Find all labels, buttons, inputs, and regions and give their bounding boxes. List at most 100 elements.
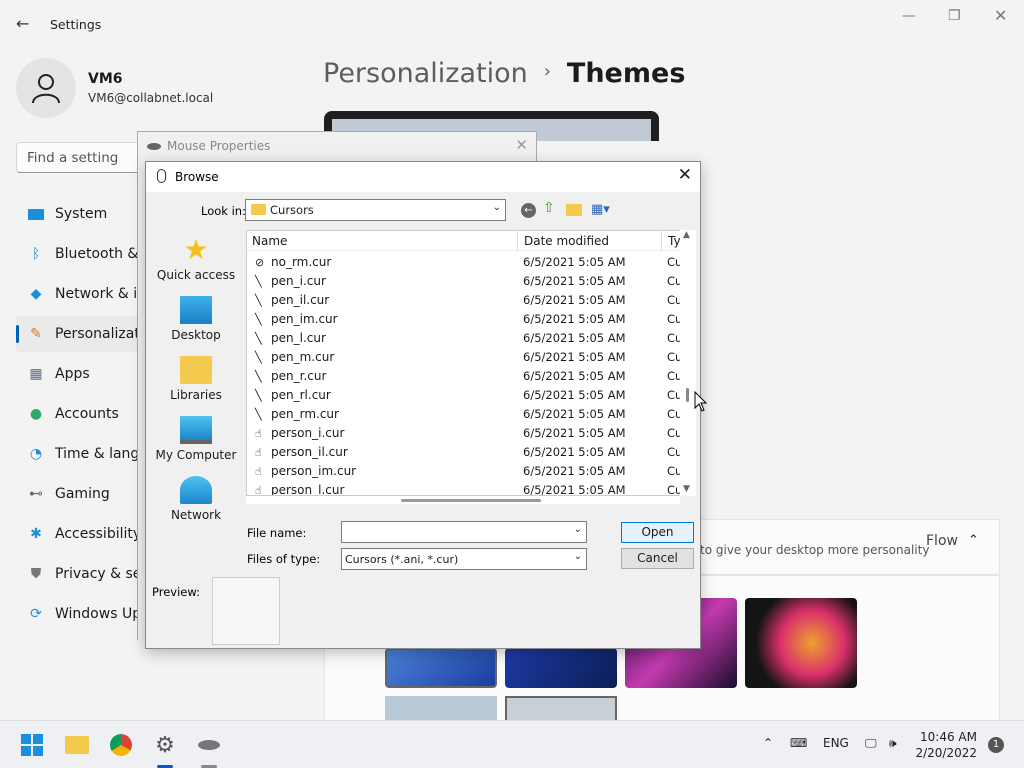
scrollbar-thumb[interactable] [686, 388, 689, 402]
file-row[interactable]: ⊘ no_rm.cur 6/5/2021 5:05 AM Cu [247, 253, 687, 272]
chevron-down-icon: ⌄ [492, 202, 501, 213]
place-desktop[interactable]: Desktop [150, 296, 242, 342]
settings-gear-icon[interactable]: ⚙ [151, 731, 179, 759]
file-row[interactable]: ╲ pen_im.cur 6/5/2021 5:05 AM Cu [247, 310, 687, 329]
mouse-icon [157, 169, 166, 183]
sidebar-item-accounts[interactable]: ● Accounts [16, 396, 146, 432]
preview-label: Preview: [152, 585, 201, 599]
file-date: 6/5/2021 5:05 AM [523, 369, 626, 383]
volume-icon[interactable]: 🕪 [889, 736, 897, 751]
file-row[interactable]: ☝ person_l.cur 6/5/2021 5:05 AM Cu [247, 481, 687, 496]
pen-icon: ╲ [255, 370, 262, 383]
close-icon[interactable]: ✕ [994, 6, 1007, 25]
sidebar-item-gaming[interactable]: ⊷ Gaming [16, 476, 146, 512]
person-icon: ● [29, 406, 43, 422]
breadcrumb-parent[interactable]: Personalization [323, 58, 528, 89]
place-my-computer[interactable]: My Computer [150, 416, 242, 462]
look-in-select[interactable]: Cursors ⌄ [245, 199, 506, 221]
star-icon: ★ [183, 233, 209, 266]
card-description: to give your desktop more personality [700, 543, 930, 557]
place-label: Libraries [170, 388, 222, 402]
avatar[interactable] [16, 58, 76, 118]
file-list[interactable]: Name ⌃ Date modified Ty ⊘ no_rm.cur 6/5/20… [246, 230, 696, 496]
maximize-icon[interactable]: ❐ [948, 8, 961, 24]
search-input[interactable]: Find a setting [16, 142, 156, 173]
scroll-down-icon[interactable]: ▼ [683, 484, 690, 494]
sidebar-item-label: Accounts [55, 406, 119, 422]
notification-badge[interactable]: 1 [988, 737, 1004, 753]
scroll-up-icon[interactable]: ▲ [683, 230, 690, 240]
hand-person-icon: ☝ [255, 427, 262, 440]
file-name-input[interactable]: ⌄ [341, 521, 587, 543]
sidebar-item-label: System [55, 206, 108, 222]
language-indicator[interactable]: ENG [823, 736, 849, 750]
sidebar-item-system[interactable]: System [16, 196, 146, 232]
theme-thumbnail[interactable] [505, 648, 617, 688]
chevron-down-icon[interactable]: ⌄ [574, 524, 582, 535]
start-windows-icon[interactable] [18, 731, 46, 759]
theme-thumbnail[interactable] [385, 648, 497, 688]
sidebar-item-label: Privacy & security [55, 566, 146, 582]
file-name: person_l.cur [271, 483, 345, 496]
file-row[interactable]: ╲ pen_r.cur 6/5/2021 5:05 AM Cu [247, 367, 687, 386]
close-icon[interactable]: ✕ [678, 165, 692, 185]
up-folder-icon[interactable]: ⇧ [543, 200, 555, 216]
mouse-properties-taskbar-icon[interactable] [195, 731, 223, 759]
look-in-label: Look in: [201, 204, 246, 218]
column-date[interactable]: Date modified [524, 234, 609, 248]
sidebar-item-privacy[interactable]: ⛊ Privacy & security [16, 556, 146, 592]
file-name: pen_rm.cur [271, 407, 339, 421]
folder-icon [180, 356, 212, 384]
file-row[interactable]: ╲ pen_m.cur 6/5/2021 5:05 AM Cu [247, 348, 687, 367]
sidebar-item-personalization[interactable]: ✎ Personalization [16, 316, 146, 352]
file-row[interactable]: ╲ pen_rl.cur 6/5/2021 5:05 AM Cu [247, 386, 687, 405]
place-network[interactable]: Network [150, 476, 242, 522]
file-name: pen_l.cur [271, 331, 326, 345]
file-type-value: Cursors (*.ani, *.cur) [345, 553, 459, 566]
sidebar-item-network[interactable]: ◆ Network & internet [16, 276, 146, 312]
horizontal-scrollbar[interactable] [246, 496, 680, 504]
chevron-up-icon[interactable]: ⌃ [968, 533, 979, 548]
minimize-icon[interactable]: — [902, 8, 916, 24]
sidebar-item-bluetooth[interactable]: ᛒ Bluetooth & devices [16, 236, 146, 272]
sidebar-item-windows-update[interactable]: ⟳ Windows Update [16, 596, 146, 632]
theme-thumbnail[interactable] [745, 598, 857, 688]
clock[interactable]: 10:46 AM 2/20/2022 [915, 729, 977, 761]
back-arrow-icon[interactable]: ← [16, 14, 29, 33]
keyboard-icon[interactable]: ⌨ [790, 736, 807, 750]
file-row[interactable]: ☝ person_i.cur 6/5/2021 5:05 AM Cu [247, 424, 687, 443]
column-type[interactable]: Ty [668, 234, 681, 248]
current-theme-label: Flow [926, 533, 958, 549]
sidebar-item-accessibility[interactable]: ✱ Accessibility [16, 516, 146, 552]
file-type-select[interactable]: Cursors (*.ani, *.cur) ⌄ [341, 548, 587, 570]
file-row[interactable]: ╲ pen_l.cur 6/5/2021 5:05 AM Cu [247, 329, 687, 348]
place-quick-access[interactable]: ★ Quick access [150, 233, 242, 283]
close-icon[interactable]: ✕ [515, 136, 528, 154]
file-row[interactable]: ╲ pen_il.cur 6/5/2021 5:05 AM Cu [247, 291, 687, 310]
view-menu-icon[interactable]: ▦▾ [591, 202, 610, 217]
network-icon[interactable]: 🖵 [865, 736, 877, 751]
sidebar-item-apps[interactable]: ▦ Apps [16, 356, 146, 392]
place-libraries[interactable]: Libraries [150, 356, 242, 402]
new-folder-icon[interactable] [566, 204, 582, 216]
chrome-icon[interactable] [107, 731, 135, 759]
pen-icon: ╲ [255, 294, 262, 307]
file-row[interactable]: ╲ pen_rm.cur 6/5/2021 5:05 AM Cu [247, 405, 687, 424]
cancel-button[interactable]: Cancel [621, 548, 694, 569]
page-title: Themes [566, 58, 686, 89]
column-name[interactable]: Name [252, 234, 287, 248]
sidebar-item-time[interactable]: ◔ Time & language [16, 436, 146, 472]
file-explorer-icon[interactable] [63, 731, 91, 759]
file-row[interactable]: ☝ person_im.cur 6/5/2021 5:05 AM Cu [247, 462, 687, 481]
chevron-up-icon[interactable]: ⌃ [763, 736, 773, 750]
file-row[interactable]: ☝ person_il.cur 6/5/2021 5:05 AM Cu [247, 443, 687, 462]
file-date: 6/5/2021 5:05 AM [523, 312, 626, 326]
chevron-right-icon: › [543, 61, 551, 82]
open-button[interactable]: Open [621, 522, 694, 543]
back-icon[interactable]: ← [521, 203, 536, 218]
pen-icon: ╲ [255, 389, 262, 402]
pen-icon: ╲ [255, 332, 262, 345]
scrollbar-thumb[interactable] [401, 499, 541, 502]
vertical-scrollbar[interactable]: ▲ ▼ [680, 230, 696, 496]
file-row[interactable]: ╲ pen_i.cur 6/5/2021 5:05 AM Cu [247, 272, 687, 291]
